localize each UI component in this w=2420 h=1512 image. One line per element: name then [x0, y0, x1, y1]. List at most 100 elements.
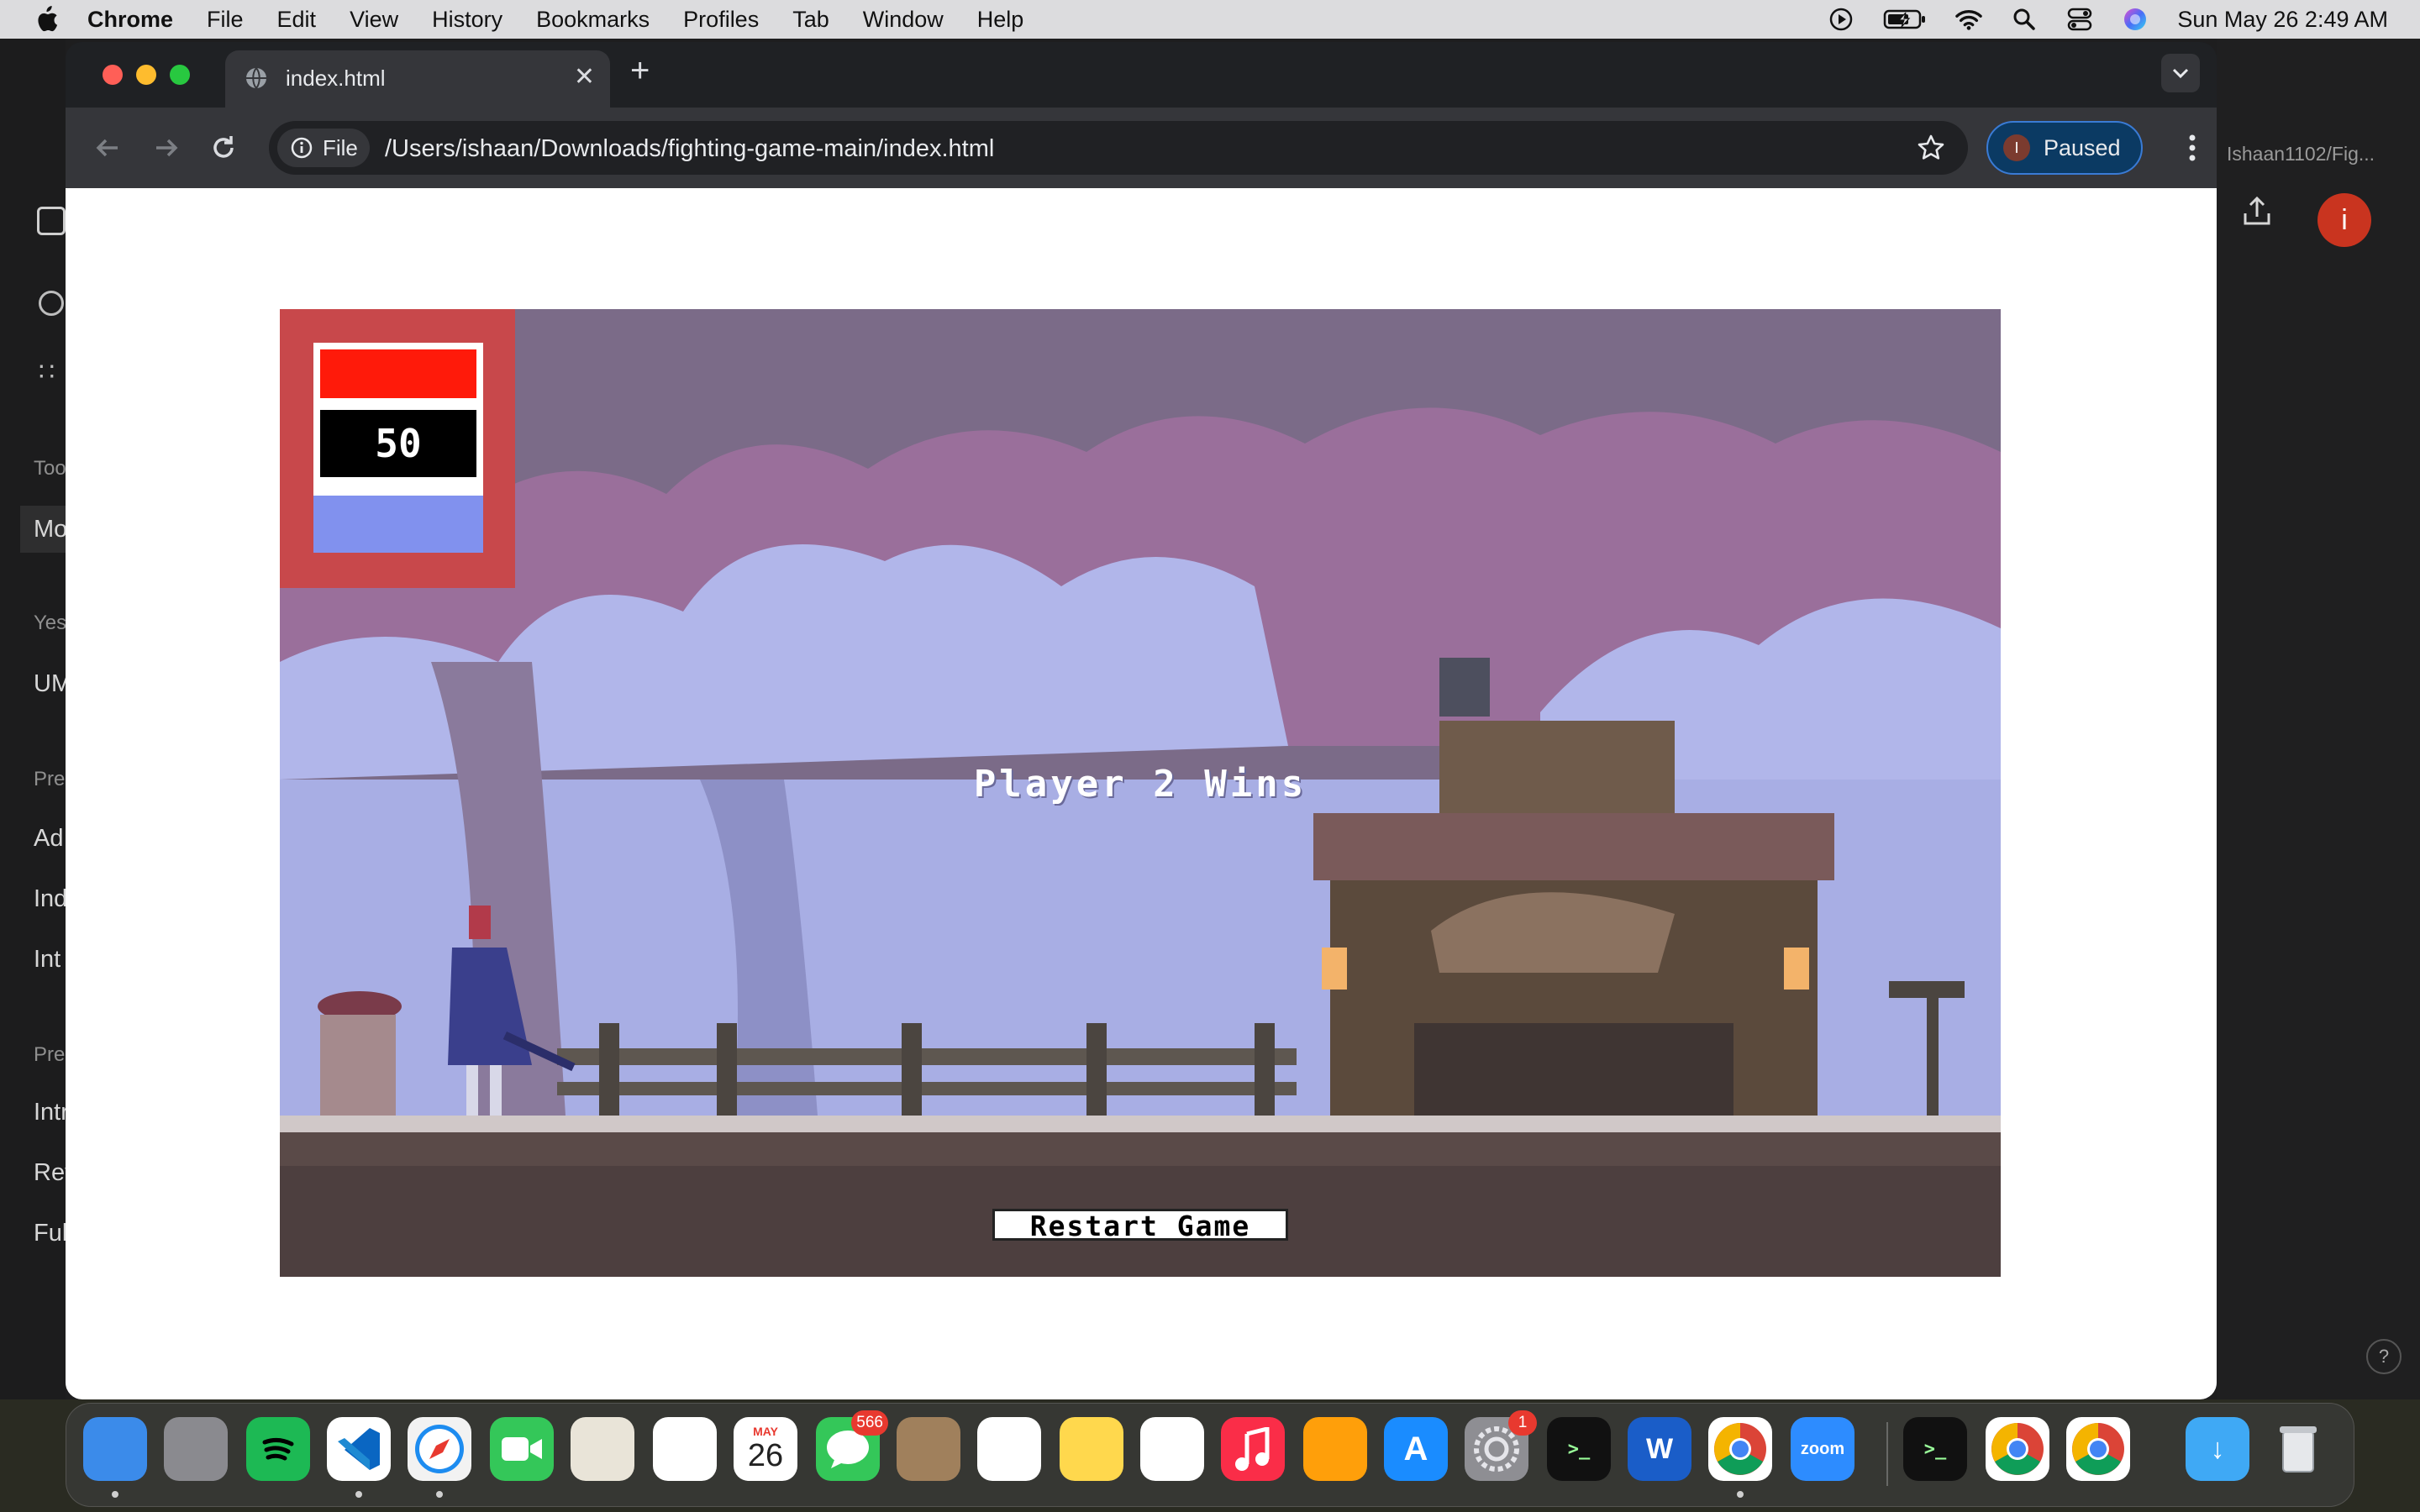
- media-play-icon[interactable]: [1828, 6, 1854, 33]
- menu-history[interactable]: History: [432, 7, 502, 33]
- sidebar-item[interactable]: UM: [34, 670, 66, 698]
- sidebar-toggle-icon[interactable]: [37, 207, 66, 235]
- profile-status: Paused: [2044, 134, 2121, 160]
- zoom-window-button[interactable]: [170, 65, 190, 85]
- back-button[interactable]: [91, 131, 124, 165]
- menu-bookmarks[interactable]: Bookmarks: [536, 7, 650, 33]
- help-icon[interactable]: ?: [2366, 1339, 2402, 1374]
- zoom-icon[interactable]: zoom: [1791, 1417, 1854, 1481]
- menu-edit[interactable]: Edit: [277, 7, 317, 33]
- settings-badge: 1: [1508, 1410, 1537, 1436]
- maps-icon[interactable]: [571, 1417, 634, 1481]
- pages-icon[interactable]: [1303, 1417, 1367, 1481]
- game-canvas[interactable]: 50 Player 2 Wins Restart Game: [280, 309, 2001, 1277]
- word-icon[interactable]: W: [1628, 1417, 1691, 1481]
- wifi-icon[interactable]: [1955, 6, 1983, 33]
- dock-icon-glyph: [327, 1417, 391, 1481]
- menu-tab[interactable]: Tab: [792, 7, 829, 33]
- facetime-icon[interactable]: [490, 1417, 554, 1481]
- openai-icon[interactable]: [39, 291, 64, 316]
- dock-icon-glyph: [2266, 1417, 2330, 1481]
- sidebar-item-active[interactable]: Mo: [20, 506, 66, 553]
- menu-bar: Chrome File Edit View History Bookmarks …: [0, 0, 2420, 39]
- system-settings-icon[interactable]: 1: [1465, 1410, 1537, 1481]
- site-info-chip[interactable]: File: [277, 129, 370, 167]
- terminal-icon[interactable]: >_: [1547, 1417, 1611, 1481]
- chrome-icon[interactable]: [2066, 1417, 2130, 1481]
- app-store-icon[interactable]: A: [1384, 1417, 1448, 1481]
- forward-button[interactable]: [150, 131, 183, 165]
- trash-icon[interactable]: [2266, 1417, 2330, 1481]
- spotify-icon[interactable]: [246, 1417, 310, 1481]
- downloads-folder-icon[interactable]: ↓: [2186, 1417, 2249, 1481]
- bookmark-star-icon[interactable]: [1916, 133, 1946, 163]
- chrome-icon[interactable]: [1708, 1417, 1772, 1481]
- sidebar-item[interactable]: Intr: [34, 1099, 66, 1126]
- clock[interactable]: Sun May 26 2:49 AM: [2177, 7, 2388, 33]
- minimize-window-button[interactable]: [136, 65, 156, 85]
- more-menu-icon[interactable]: [2188, 131, 2196, 165]
- freeform-icon[interactable]: [1140, 1417, 1204, 1481]
- photos-icon[interactable]: [653, 1417, 717, 1481]
- battery-charging-icon[interactable]: [1883, 6, 1927, 33]
- sidebar-item[interactable]: Ful: [34, 1220, 66, 1247]
- siri-icon[interactable]: [2122, 6, 2149, 33]
- menu-window[interactable]: Window: [863, 7, 944, 33]
- menu-help[interactable]: Help: [977, 7, 1024, 33]
- tab-search-button[interactable]: [2161, 54, 2200, 92]
- menu-file[interactable]: File: [207, 7, 244, 33]
- dock-icon-glyph: ↓: [2210, 1432, 2225, 1465]
- control-center-icon[interactable]: [2066, 6, 2093, 33]
- web-page: 50 Player 2 Wins Restart Game: [66, 188, 2217, 1399]
- menu-profiles[interactable]: Profiles: [683, 7, 759, 33]
- sidebar-item[interactable]: Ind: [34, 885, 66, 913]
- spotlight-search-icon[interactable]: [2011, 6, 2038, 33]
- apple-menu-icon[interactable]: [32, 5, 59, 34]
- background-app-sidebar: ∷ Too Mo Yes UM Pre Ad Ind Int Pre Intr …: [0, 39, 66, 1399]
- dock-icon-glyph: [490, 1417, 554, 1481]
- dock-icon-glyph: [1221, 1417, 1285, 1481]
- apps-grid-icon[interactable]: ∷: [39, 358, 64, 383]
- calendar-day: 26: [747, 1437, 784, 1473]
- address-bar[interactable]: File /Users/ishaan/Downloads/fighting-ga…: [269, 121, 1968, 175]
- notes-icon[interactable]: [1060, 1417, 1123, 1481]
- restart-game-button[interactable]: Restart Game: [992, 1209, 1288, 1242]
- dock-icon-glyph: [1140, 1417, 1204, 1481]
- reminders-icon[interactable]: [977, 1417, 1041, 1481]
- sidebar-item[interactable]: Rev: [34, 1159, 66, 1187]
- menu-view[interactable]: View: [350, 7, 398, 33]
- terminal-icon[interactable]: >_: [1903, 1417, 1967, 1481]
- running-indicator: [1737, 1491, 1744, 1498]
- close-window-button[interactable]: [103, 65, 123, 85]
- browser-toolbar: File /Users/ishaan/Downloads/fighting-ga…: [66, 108, 2217, 188]
- tab-index-html[interactable]: index.html ✕: [225, 50, 610, 108]
- menu-app-name[interactable]: Chrome: [87, 7, 173, 33]
- vscode-icon[interactable]: [327, 1417, 391, 1481]
- finder-icon[interactable]: [83, 1417, 147, 1481]
- launchpad-icon[interactable]: [164, 1417, 228, 1481]
- dock-icon-glyph: [246, 1417, 310, 1481]
- dock-icon-glyph: >_: [1567, 1438, 1591, 1460]
- profile-button[interactable]: I Paused: [1986, 121, 2143, 175]
- reload-button[interactable]: [207, 131, 240, 165]
- safari-icon[interactable]: [408, 1417, 471, 1481]
- url-text[interactable]: /Users/ishaan/Downloads/fighting-game-ma…: [385, 135, 994, 163]
- dock-icon-glyph: [2066, 1417, 2130, 1481]
- new-tab-button[interactable]: +: [630, 52, 650, 90]
- background-tab-label[interactable]: Ishaan1102/Fig...: [2227, 143, 2375, 165]
- sidebar-item[interactable]: Ad: [34, 825, 66, 853]
- chrome-icon[interactable]: [1986, 1417, 2049, 1481]
- music-icon[interactable]: [1221, 1417, 1285, 1481]
- user-avatar[interactable]: i: [2317, 193, 2371, 247]
- close-tab-icon[interactable]: ✕: [574, 62, 595, 92]
- calendar-icon[interactable]: MAY 26: [734, 1417, 797, 1481]
- contacts-icon[interactable]: [897, 1417, 960, 1481]
- dock-icon-glyph: [164, 1417, 228, 1481]
- messages-icon[interactable]: 566: [816, 1410, 888, 1481]
- dock-icon-glyph: [653, 1417, 717, 1481]
- sidebar-item[interactable]: Int: [34, 946, 66, 974]
- sidebar-section-previous: Pre: [34, 768, 66, 790]
- share-icon[interactable]: [2240, 195, 2274, 228]
- tab-strip: index.html ✕ +: [66, 42, 2217, 108]
- tab-title: index.html: [286, 66, 386, 91]
